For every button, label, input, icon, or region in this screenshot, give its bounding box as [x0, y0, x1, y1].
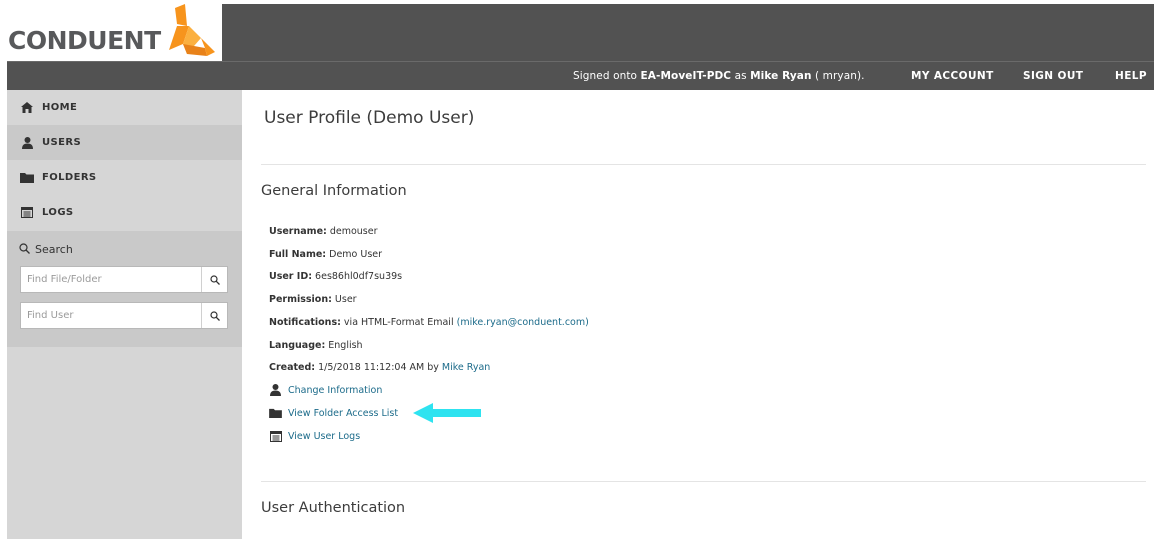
fullname-row: Full Name: Demo User [269, 249, 383, 260]
search-panel: Search [7, 231, 242, 347]
view-user-logs-link[interactable]: View User Logs [269, 430, 360, 442]
search-heading-label: Search [35, 243, 73, 256]
sidebar-item-home[interactable]: HOME [7, 90, 242, 125]
search-icon [209, 274, 220, 285]
notification-email-link[interactable]: (mike.ryan@conduent.com) [457, 317, 589, 328]
view-folder-access-link[interactable]: View Folder Access List [269, 407, 398, 419]
user-icon [19, 136, 35, 149]
language-row: Language: English [269, 340, 363, 351]
sidebar-item-logs[interactable]: LOGS [7, 195, 242, 230]
change-information-link[interactable]: Change Information [269, 384, 382, 396]
section-divider [261, 481, 1146, 482]
find-user-search-button[interactable] [201, 303, 227, 328]
view-user-logs-label: View User Logs [288, 430, 361, 442]
page-title: User Profile (Demo User) [264, 108, 475, 128]
sign-out-link[interactable]: SIGN OUT [1023, 70, 1083, 82]
main-content: User Profile (Demo User) General Informa… [242, 90, 1154, 539]
section-divider [261, 164, 1146, 165]
view-folder-access-label: View Folder Access List [288, 407, 399, 419]
conduent-logo[interactable]: CONDUENT [7, 4, 222, 62]
user-icon [269, 384, 282, 396]
logo-mark-icon [169, 4, 215, 56]
search-heading: Search [19, 243, 73, 256]
notifications-row: Notifications: via HTML-Format Email (mi… [269, 317, 589, 328]
created-by-link[interactable]: Mike Ryan [442, 362, 490, 373]
arrow-annotation-icon [413, 403, 481, 423]
sidebar-item-label: FOLDERS [42, 172, 97, 183]
search-icon [209, 310, 220, 321]
help-link[interactable]: HELP [1115, 70, 1147, 82]
general-info-heading: General Information [261, 183, 407, 199]
log-icon [19, 207, 35, 219]
sidebar-item-label: LOGS [42, 207, 74, 218]
sidebar-item-users[interactable]: USERS [7, 125, 242, 160]
sidebar-item-folders[interactable]: FOLDERS [7, 160, 242, 195]
sidebar-item-label: USERS [42, 137, 82, 148]
find-user-input[interactable] [21, 303, 199, 328]
my-account-link[interactable]: MY ACCOUNT [911, 70, 994, 82]
sidebar: HOME USERS FOLDERS LOGS Search [7, 90, 242, 539]
username-row: Username: demouser [269, 226, 378, 237]
folder-icon [19, 172, 35, 184]
header-divider [7, 61, 1154, 62]
permission-row: Permission: User [269, 294, 357, 305]
find-file-box [20, 266, 228, 293]
change-information-label: Change Information [288, 384, 383, 396]
sidebar-item-label: HOME [42, 102, 78, 113]
magnifier-icon [19, 243, 30, 254]
log-icon [269, 430, 282, 442]
user-authentication-heading: User Authentication [261, 500, 406, 516]
logo-wordmark: CONDUENT [8, 26, 161, 55]
signed-on-status: Signed onto EA-MoveIT-PDC as Mike Ryan (… [573, 70, 865, 82]
created-row: Created: 1/5/2018 11:12:04 AM by Mike Ry… [269, 362, 491, 373]
top-header: CONDUENT Signed onto EA-MoveIT-PDC as Mi… [7, 4, 1154, 90]
find-file-search-button[interactable] [201, 267, 227, 292]
find-file-input[interactable] [21, 267, 199, 292]
userid-row: User ID: 6es86hl0df7su39s [269, 271, 403, 282]
home-icon [19, 102, 35, 114]
find-user-box [20, 302, 228, 329]
app-frame: CONDUENT Signed onto EA-MoveIT-PDC as Mi… [0, 0, 1154, 539]
folder-icon [269, 407, 282, 419]
